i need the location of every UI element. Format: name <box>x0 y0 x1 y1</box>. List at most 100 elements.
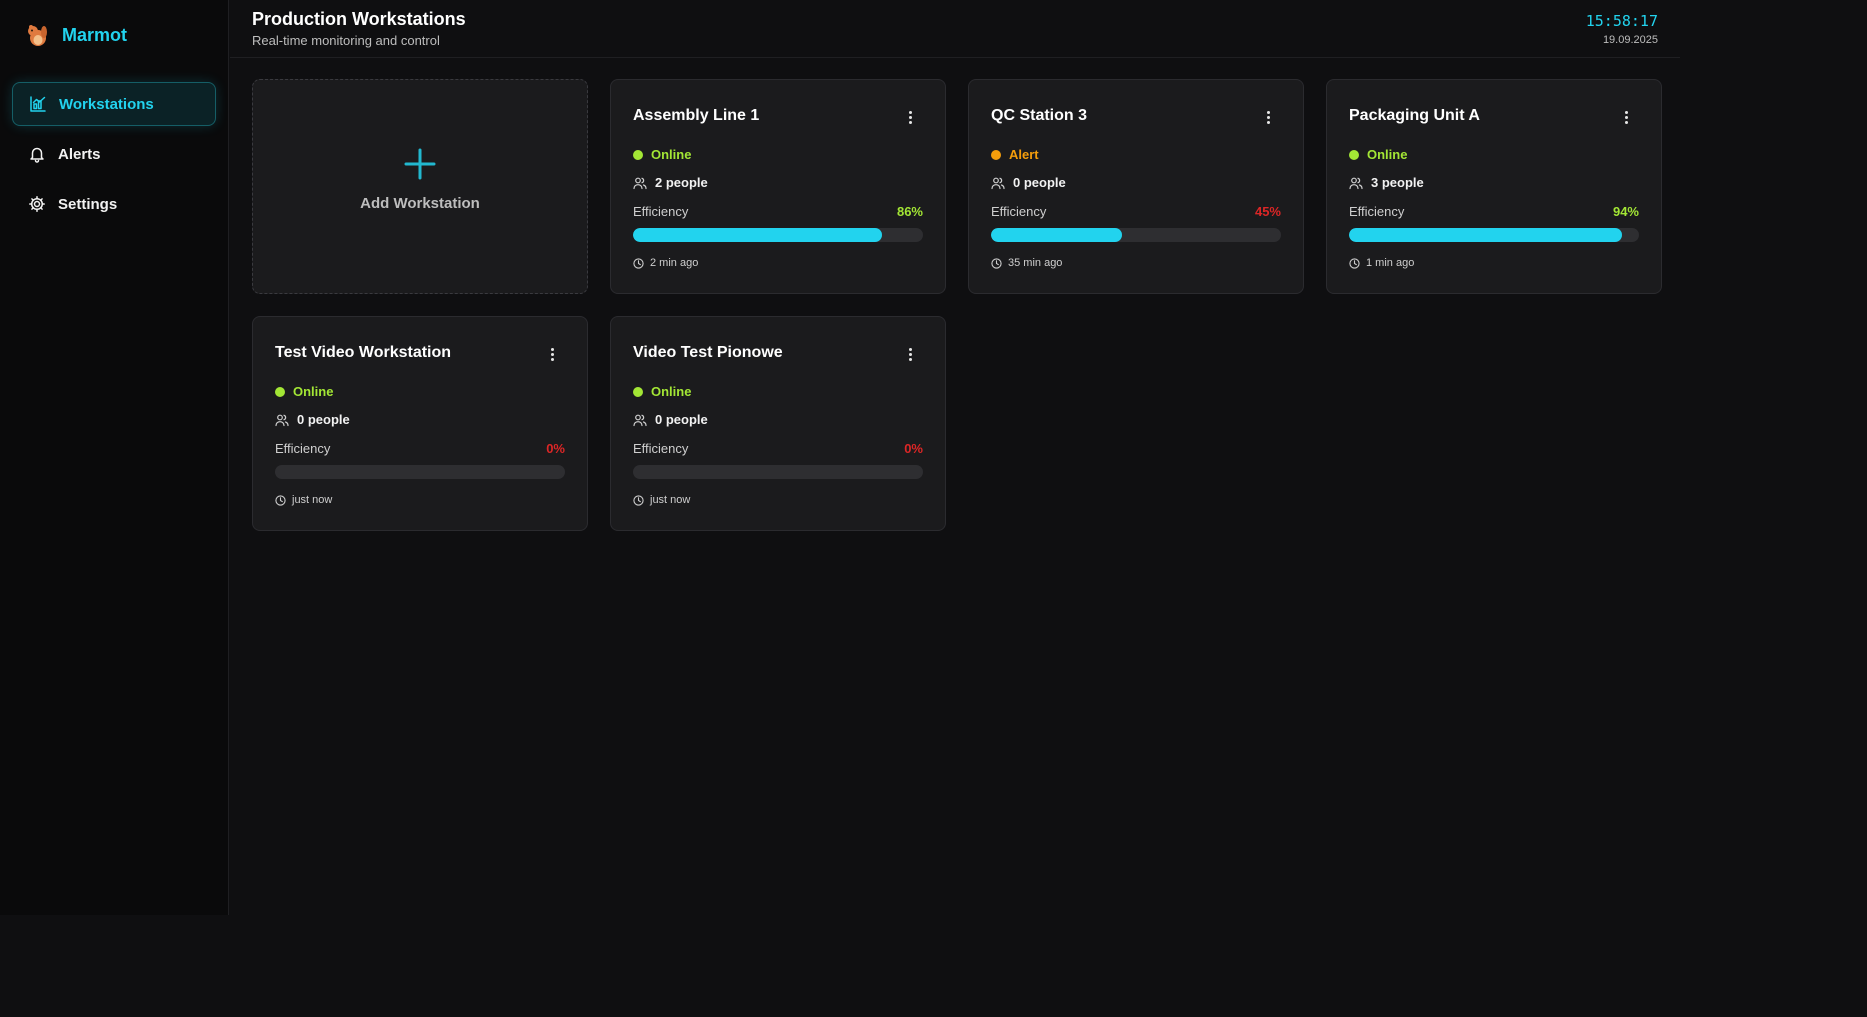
last-updated: just now <box>633 494 690 506</box>
add-workstation-card[interactable]: Add Workstation <box>252 79 588 294</box>
last-updated-label: 35 min ago <box>1008 257 1063 269</box>
users-icon <box>991 177 1005 189</box>
more-options-icon[interactable] <box>905 345 915 363</box>
people-count: 2 people <box>633 175 708 190</box>
status-dot-icon <box>633 386 643 397</box>
clock-date: 19.09.2025 <box>1602 34 1658 46</box>
clock-time: 15:58:17 <box>1585 12 1658 30</box>
bell-icon <box>30 147 44 163</box>
workstation-name: Video Test Pionowe <box>633 344 783 361</box>
workstation-card[interactable]: Packaging Unit A Online 3 people Efficie… <box>1326 79 1662 294</box>
efficiency-progress-bar <box>633 465 923 479</box>
last-updated: 35 min ago <box>991 257 1062 269</box>
workstation-name: Assembly Line 1 <box>633 107 760 124</box>
efficiency-progress-bar <box>991 228 1281 242</box>
efficiency-label: Efficiency <box>633 204 689 219</box>
workstation-card[interactable]: QC Station 3 Alert 0 people Efficiency 4… <box>968 79 1304 294</box>
users-icon <box>633 414 647 426</box>
efficiency-value: 0% <box>546 441 565 456</box>
last-updated: 1 min ago <box>1349 257 1414 269</box>
users-icon <box>633 177 647 189</box>
status-label: Online <box>1367 147 1408 162</box>
brand[interactable]: Marmot <box>24 20 127 50</box>
sidebar-item-label: Workstations <box>59 95 154 113</box>
efficiency-progress-bar <box>633 228 923 242</box>
last-updated-label: just now <box>650 494 691 506</box>
more-options-icon[interactable] <box>547 345 557 363</box>
workstation-card[interactable]: Test Video Workstation Online 0 people E… <box>252 316 588 531</box>
people-label: 2 people <box>655 175 708 190</box>
sidebar: Marmot Workstations Alerts Settings <box>0 0 229 915</box>
clock-icon <box>633 257 644 269</box>
more-options-icon[interactable] <box>1263 108 1273 126</box>
people-count: 0 people <box>991 175 1066 190</box>
main-content: Production Workstations Real-time monito… <box>230 0 1680 915</box>
people-label: 0 people <box>655 412 708 427</box>
efficiency-value: 94% <box>1612 204 1639 219</box>
page-title: Production Workstations <box>252 9 466 29</box>
people-label: 0 people <box>1013 175 1066 190</box>
sidebar-item-label: Alerts <box>58 145 101 163</box>
last-updated-label: just now <box>292 494 333 506</box>
status-label: Alert <box>1009 147 1039 162</box>
sidebar-item-settings[interactable]: Settings <box>12 182 216 226</box>
efficiency-value: 0% <box>904 441 923 456</box>
efficiency-progress-bar <box>1349 228 1639 242</box>
workstation-name: QC Station 3 <box>991 107 1088 124</box>
efficiency-label: Efficiency <box>633 441 689 456</box>
workstation-name: Packaging Unit A <box>1349 107 1480 124</box>
status-label: Online <box>651 147 692 162</box>
people-count: 0 people <box>633 412 708 427</box>
add-workstation-label: Add Workstation <box>360 195 480 212</box>
clock-icon <box>991 257 1002 269</box>
workstation-card[interactable]: Assembly Line 1 Online 2 people Efficien… <box>610 79 946 294</box>
efficiency-progress-fill <box>633 228 883 242</box>
efficiency-label: Efficiency <box>991 204 1047 219</box>
efficiency-progress-bar <box>275 465 565 479</box>
sidebar-nav: Workstations Alerts Settings <box>12 82 216 232</box>
users-icon <box>1349 177 1363 189</box>
status-badge: Alert <box>991 147 1039 162</box>
status-dot-icon <box>275 386 285 397</box>
people-count: 3 people <box>1349 175 1424 190</box>
plus-icon <box>404 148 436 180</box>
page-subtitle: Real-time monitoring and control <box>252 33 440 48</box>
efficiency-value: 86% <box>896 204 923 219</box>
clock-icon <box>1349 257 1360 269</box>
status-label: Online <box>293 384 334 399</box>
users-icon <box>275 414 289 426</box>
more-options-icon[interactable] <box>905 108 915 126</box>
sidebar-item-alerts[interactable]: Alerts <box>12 132 216 176</box>
efficiency-value: 45% <box>1254 204 1281 219</box>
people-label: 3 people <box>1371 175 1424 190</box>
marmot-logo-icon <box>28 25 47 46</box>
workstation-name: Test Video Workstation <box>275 344 452 361</box>
efficiency-progress-fill <box>991 228 1122 242</box>
page-header: Production Workstations Real-time monito… <box>230 0 1680 58</box>
efficiency-label: Efficiency <box>275 441 331 456</box>
more-options-icon[interactable] <box>1621 108 1631 126</box>
clock-icon <box>633 494 644 506</box>
sidebar-item-label: Settings <box>58 195 118 213</box>
last-updated: 2 min ago <box>633 257 698 269</box>
last-updated-label: 1 min ago <box>1366 257 1415 269</box>
status-badge: Online <box>633 384 691 399</box>
gear-icon <box>29 196 45 212</box>
last-updated: just now <box>275 494 332 506</box>
app-shell: Marmot Workstations Alerts Settings Prod… <box>0 0 1680 915</box>
status-badge: Online <box>633 147 691 162</box>
status-dot-icon <box>991 149 1001 160</box>
status-label: Online <box>651 384 692 399</box>
efficiency-progress-fill <box>1349 228 1622 242</box>
app-name: Marmot <box>62 24 128 45</box>
status-dot-icon <box>633 149 643 160</box>
people-count: 0 people <box>275 412 350 427</box>
sidebar-item-workstations[interactable]: Workstations <box>12 82 216 126</box>
status-dot-icon <box>1349 149 1359 160</box>
people-label: 0 people <box>297 412 350 427</box>
status-badge: Online <box>275 384 333 399</box>
status-badge: Online <box>1349 147 1407 162</box>
workstation-card[interactable]: Video Test Pionowe Online 0 people Effic… <box>610 316 946 531</box>
chart-icon <box>30 96 46 112</box>
clock-icon <box>275 494 286 506</box>
